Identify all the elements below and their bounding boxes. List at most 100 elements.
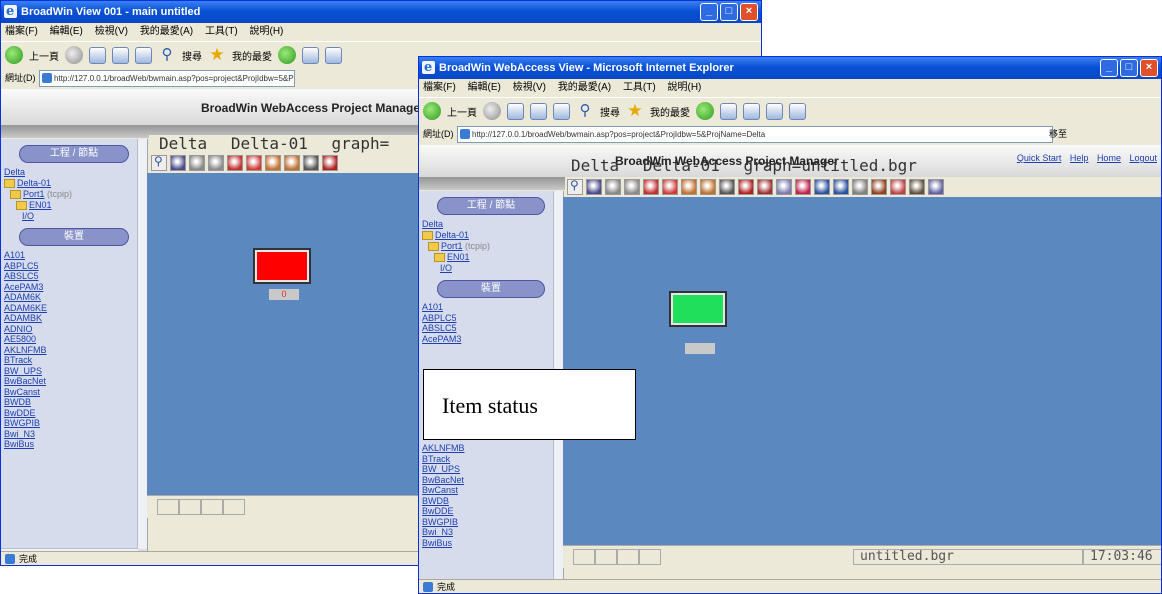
device-list-item[interactable]: A101 xyxy=(419,302,563,313)
device-list-item[interactable]: ABSLC5 xyxy=(419,323,563,334)
favorites-star-icon[interactable]: ★ xyxy=(208,46,226,64)
graph-tool-icon[interactable] xyxy=(303,155,319,171)
menu-favorites[interactable]: 我的最愛(A) xyxy=(558,82,611,93)
graph-tool-icon[interactable] xyxy=(643,179,659,195)
graph-tool-icon[interactable] xyxy=(208,155,224,171)
home-icon[interactable] xyxy=(135,46,152,64)
device-list-item[interactable]: BwDDE xyxy=(419,506,465,517)
device-list-item[interactable]: BwCanst xyxy=(419,485,465,496)
close-button[interactable]: × xyxy=(740,3,758,21)
item-status-box-off[interactable] xyxy=(253,248,311,284)
device-list-item[interactable]: AKLNFMB xyxy=(419,443,465,454)
search-icon[interactable]: ⚲ xyxy=(158,46,176,64)
back-address-input[interactable]: http://127.0.0.1/broadWeb/bwmain.asp?pos… xyxy=(39,70,295,87)
graph-tool-icon[interactable] xyxy=(170,155,186,171)
graph-tool-icon[interactable] xyxy=(928,179,944,195)
back-label[interactable]: 上一頁 xyxy=(447,104,477,119)
device-list-item[interactable]: ADAMBK xyxy=(1,313,147,324)
menu-help[interactable]: 說明(H) xyxy=(668,82,702,93)
device-list-item[interactable]: Bwi_N3 xyxy=(1,429,147,440)
device-list-item[interactable]: AKLNFMB xyxy=(1,345,147,356)
graph-tool-icon[interactable] xyxy=(909,179,925,195)
graph-tool-icon[interactable] xyxy=(776,179,792,195)
graph-tool-icon[interactable] xyxy=(189,155,205,171)
device-list-item[interactable]: BTrack xyxy=(1,355,147,366)
device-list-item[interactable]: ABSLC5 xyxy=(1,271,147,282)
home-icon[interactable] xyxy=(553,102,570,120)
refresh-icon[interactable] xyxy=(530,102,547,120)
device-list-item[interactable]: AcePAM3 xyxy=(1,282,147,293)
graph-tool-icon[interactable] xyxy=(738,179,754,195)
back-arrow-icon[interactable] xyxy=(5,46,23,64)
maximize-button[interactable]: □ xyxy=(720,3,738,21)
front-title-bar[interactable]: BroadWin WebAccess View - Microsoft Inte… xyxy=(419,57,1161,79)
search-label[interactable]: 搜尋 xyxy=(182,48,202,63)
device-list-item[interactable]: ADAM6KE xyxy=(1,303,147,314)
menu-view[interactable]: 檢視(V) xyxy=(95,26,128,37)
graph-tool-icon[interactable] xyxy=(719,179,735,195)
device-list-item[interactable]: ADNIO xyxy=(1,324,147,335)
device-list-item[interactable]: BwCanst xyxy=(1,387,147,398)
graph-tool-icon[interactable] xyxy=(227,155,243,171)
tree-port-link[interactable]: Port1 xyxy=(441,241,463,251)
tree-root-link[interactable]: Delta xyxy=(422,219,443,229)
tree-device-link[interactable]: EN01 xyxy=(29,200,52,210)
menu-tools[interactable]: 工具(T) xyxy=(623,82,656,93)
menu-help[interactable]: 說明(H) xyxy=(250,26,284,37)
menu-tools[interactable]: 工具(T) xyxy=(205,26,238,37)
device-list-item[interactable]: BwiBus xyxy=(419,538,465,549)
zoom-icon[interactable] xyxy=(151,154,167,171)
back-arrow-icon[interactable] xyxy=(423,102,441,120)
forward-arrow-icon[interactable] xyxy=(483,102,501,120)
tree-node-link[interactable]: Delta-01 xyxy=(17,178,51,188)
back-title-bar[interactable]: BroadWin View 001 - main untitled _ □ × xyxy=(1,1,761,23)
favorites-label[interactable]: 我的最愛 xyxy=(650,104,690,119)
tree-port-link[interactable]: Port1 xyxy=(23,189,45,199)
graph-tool-icon[interactable] xyxy=(265,155,281,171)
mail-icon[interactable] xyxy=(302,46,319,64)
tree-device-link[interactable]: EN01 xyxy=(447,252,470,262)
menu-edit[interactable]: 編輯(E) xyxy=(50,26,83,37)
zoom-icon[interactable] xyxy=(567,178,583,195)
mail-icon[interactable] xyxy=(720,102,737,120)
graph-tool-icon[interactable] xyxy=(833,179,849,195)
messenger-icon[interactable] xyxy=(789,102,806,120)
tree-root-link[interactable]: Delta xyxy=(4,167,25,177)
graph-tool-icon[interactable] xyxy=(284,155,300,171)
stop-icon[interactable] xyxy=(507,102,524,120)
device-list-item[interactable]: BW_UPS xyxy=(1,366,147,377)
device-list-item[interactable]: ABPLC5 xyxy=(419,313,563,324)
menu-favorites[interactable]: 我的最愛(A) xyxy=(140,26,193,37)
device-list-item[interactable]: BWDB xyxy=(1,397,147,408)
device-list-item[interactable]: ABPLC5 xyxy=(1,261,147,272)
device-list-item[interactable]: BwiBus xyxy=(1,439,147,450)
history-icon[interactable] xyxy=(696,102,714,120)
device-list-item[interactable]: BwBacNet xyxy=(419,475,465,486)
graph-tool-icon[interactable] xyxy=(681,179,697,195)
device-list-item[interactable]: A101 xyxy=(1,250,147,261)
stop-icon[interactable] xyxy=(89,46,106,64)
device-list-item[interactable]: AE5800 xyxy=(1,334,147,345)
device-list-item[interactable]: BwDDE xyxy=(1,408,147,419)
graph-tool-icon[interactable] xyxy=(246,155,262,171)
minimize-button[interactable]: _ xyxy=(700,3,718,21)
device-list-item[interactable]: Bwi_N3 xyxy=(419,527,465,538)
device-list-item[interactable]: BW_UPS xyxy=(419,464,465,475)
graph-tool-icon[interactable] xyxy=(814,179,830,195)
device-list-item[interactable]: BwBacNet xyxy=(1,376,147,387)
tree-io-link[interactable]: I/O xyxy=(440,263,452,273)
graph-tool-icon[interactable] xyxy=(700,179,716,195)
graph-tool-icon[interactable] xyxy=(662,179,678,195)
graph-tool-icon[interactable] xyxy=(586,179,602,195)
graph-tool-icon[interactable] xyxy=(890,179,906,195)
device-list-item[interactable]: BWDB xyxy=(419,496,465,507)
graph-tool-icon[interactable] xyxy=(852,179,868,195)
device-list-item[interactable]: ADAM6K xyxy=(1,292,147,303)
back-label[interactable]: 上一頁 xyxy=(29,48,59,63)
history-icon[interactable] xyxy=(278,46,296,64)
front-address-input[interactable]: http://127.0.0.1/broadWeb/bwmain.asp?pos… xyxy=(457,126,1053,143)
folder-icon[interactable] xyxy=(766,102,783,120)
refresh-icon[interactable] xyxy=(112,46,129,64)
graph-tool-icon[interactable] xyxy=(871,179,887,195)
print-icon[interactable] xyxy=(325,46,342,64)
